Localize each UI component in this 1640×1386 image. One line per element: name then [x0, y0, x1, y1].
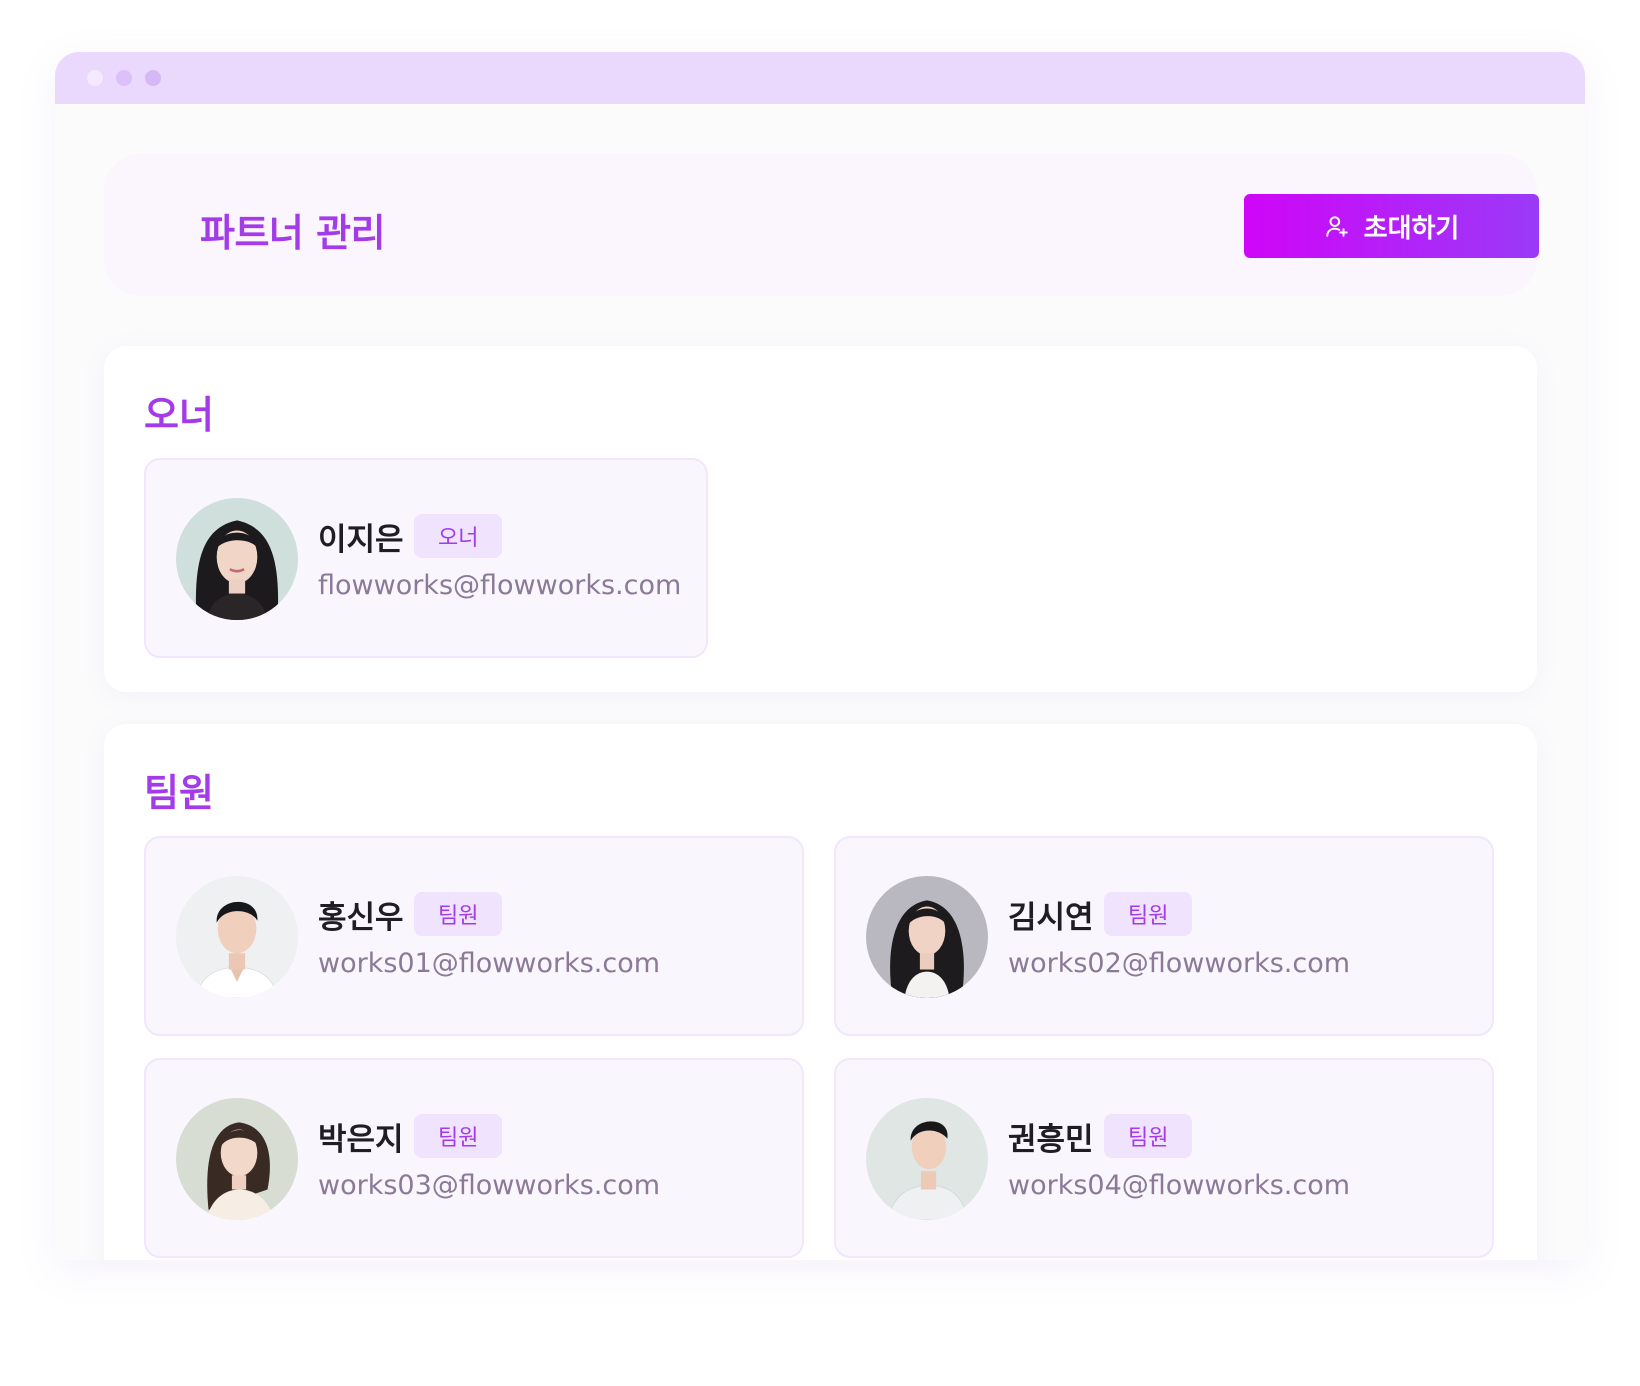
member-email: works04@flowworks.com [1008, 1170, 1351, 1201]
member-email: flowworks@flowworks.com [318, 570, 682, 601]
member-email: works01@flowworks.com [318, 948, 661, 979]
member-card[interactable]: 김시연 팀원 works02@flowworks.com [834, 836, 1494, 1036]
role-badge: 팀원 [1104, 1114, 1193, 1158]
member-name: 권흥민 [1008, 1122, 1094, 1158]
member-section: 팀원 홍신우 팀원 works01@flowworks.com 김시연 팀원 w… [104, 724, 1537, 1260]
page-header: 파트너 관리 초대하기 [104, 154, 1539, 296]
owner-section-title: 오너 [144, 393, 214, 437]
window-titlebar [55, 52, 1585, 104]
window-dot-close[interactable] [87, 70, 103, 86]
avatar [866, 876, 988, 998]
user-plus-icon [1325, 216, 1348, 237]
member-card[interactable]: 홍신우 팀원 works01@flowworks.com [144, 836, 804, 1036]
owner-section: 오너 이지은 오너 flowworks@flowworks.com [104, 346, 1537, 692]
role-badge: 오너 [414, 514, 503, 558]
role-badge: 팀원 [414, 892, 503, 936]
window-dot-maximize[interactable] [145, 70, 161, 86]
avatar [176, 876, 298, 998]
member-section-title: 팀원 [144, 771, 214, 815]
role-badge: 팀원 [414, 1114, 503, 1158]
avatar [176, 498, 298, 620]
avatar [176, 1098, 298, 1220]
member-name: 이지은 [318, 522, 404, 558]
window-dot-minimize[interactable] [116, 70, 132, 86]
role-badge: 팀원 [1104, 892, 1193, 936]
page-title: 파트너 관리 [200, 211, 386, 255]
avatar [866, 1098, 988, 1220]
member-name: 박은지 [318, 1122, 404, 1158]
app-window: 파트너 관리 초대하기 오너 이지은 오너 flowworks@flowwork… [55, 52, 1585, 1260]
member-card-owner[interactable]: 이지은 오너 flowworks@flowworks.com [144, 458, 708, 658]
member-card[interactable]: 권흥민 팀원 works04@flowworks.com [834, 1058, 1494, 1258]
invite-button[interactable]: 초대하기 [1244, 194, 1539, 258]
member-card[interactable]: 박은지 팀원 works03@flowworks.com [144, 1058, 804, 1258]
member-email: works03@flowworks.com [318, 1170, 661, 1201]
member-email: works02@flowworks.com [1008, 948, 1351, 979]
invite-button-label: 초대하기 [1363, 213, 1460, 244]
member-name: 홍신우 [318, 900, 404, 936]
member-name: 김시연 [1008, 900, 1094, 936]
